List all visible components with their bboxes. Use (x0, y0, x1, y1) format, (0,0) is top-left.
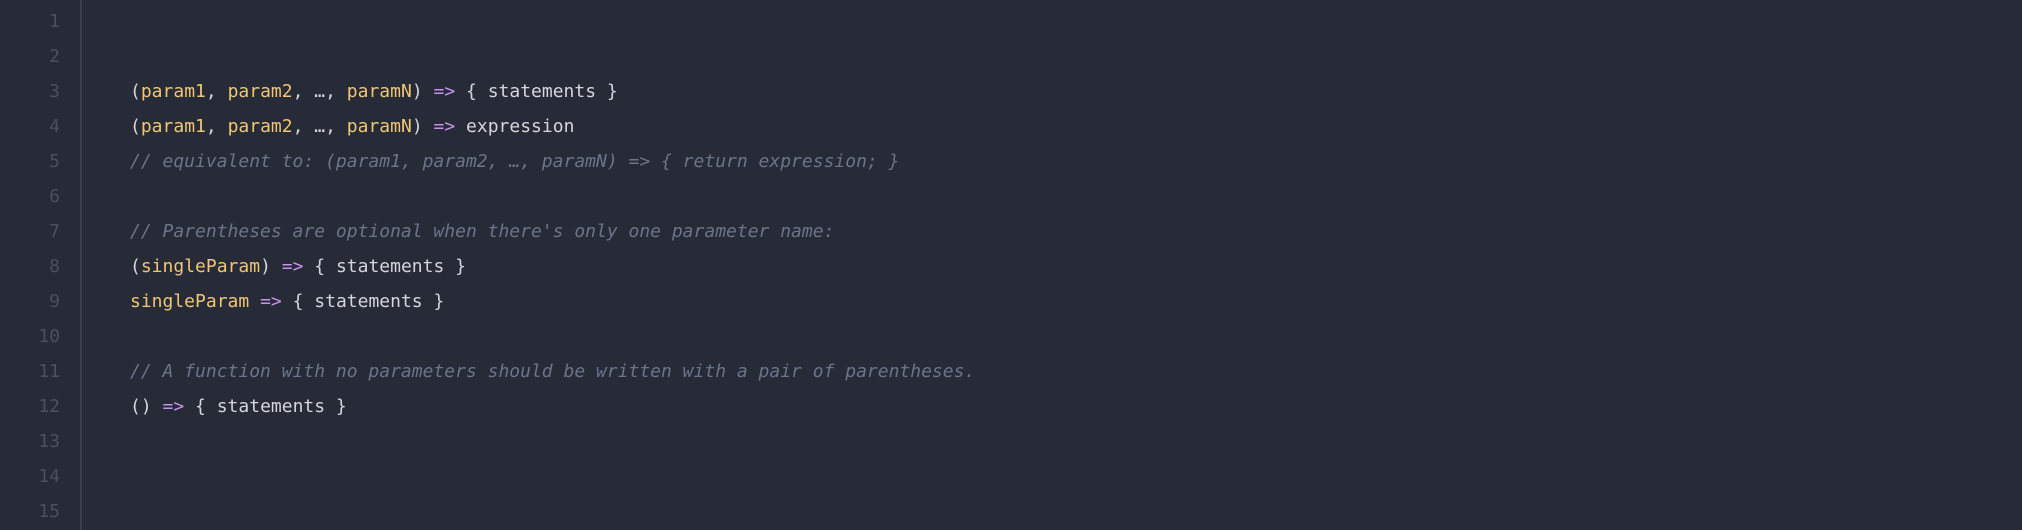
line-number: 12 (0, 389, 60, 424)
param-token: singleParam (130, 291, 249, 312)
arrow-token: => (434, 81, 456, 102)
statements-token: statements (488, 81, 596, 102)
paren-close: ) (412, 81, 434, 102)
code-line (130, 424, 2022, 459)
brace-close: } (423, 291, 445, 312)
code-line: (singleParam) => { statements } (130, 249, 2022, 284)
code-editor[interactable]: 1 2 3 4 5 6 7 8 9 10 11 12 13 14 15 (par… (0, 0, 2022, 530)
code-line: () => { statements } (130, 389, 2022, 424)
code-line: // equivalent to: (param1, param2, …, pa… (130, 144, 2022, 179)
param-token: paramN (347, 116, 412, 137)
line-number: 13 (0, 424, 60, 459)
code-line (130, 319, 2022, 354)
statements-token: statements (336, 256, 444, 277)
line-number: 14 (0, 459, 60, 494)
code-line (130, 179, 2022, 214)
param-token: paramN (347, 81, 412, 102)
comment-token: // equivalent to: (param1, param2, …, pa… (130, 151, 899, 172)
paren-open: ( (130, 116, 141, 137)
param-token: singleParam (141, 256, 260, 277)
comma: , (206, 81, 228, 102)
param-token: param1 (141, 116, 206, 137)
line-number: 9 (0, 284, 60, 319)
code-line (130, 494, 2022, 529)
arrow-token: => (260, 291, 282, 312)
line-number: 10 (0, 319, 60, 354)
comma: , (206, 116, 228, 137)
param-token: param2 (228, 116, 293, 137)
statements-token: statements (314, 291, 422, 312)
brace-open: { (455, 81, 488, 102)
line-number: 3 (0, 74, 60, 109)
comment-token: // A function with no parameters should … (130, 361, 975, 382)
brace-open: { (282, 291, 315, 312)
code-line (130, 39, 2022, 74)
brace-close: } (325, 396, 347, 417)
space (455, 116, 466, 137)
code-line (130, 459, 2022, 494)
line-gutter: 1 2 3 4 5 6 7 8 9 10 11 12 13 14 15 (0, 0, 80, 530)
paren-close: ) (260, 256, 282, 277)
param-token: param1 (141, 81, 206, 102)
arrow-token: => (282, 256, 304, 277)
expression-token: expression (466, 116, 574, 137)
brace-close: } (444, 256, 466, 277)
line-number: 6 (0, 179, 60, 214)
line-number: 4 (0, 109, 60, 144)
code-line: singleParam => { statements } (130, 284, 2022, 319)
code-content[interactable]: (param1, param2, …, paramN) => { stateme… (82, 0, 2022, 530)
line-number: 5 (0, 144, 60, 179)
arrow-token: => (434, 116, 456, 137)
line-number: 11 (0, 354, 60, 389)
code-line (130, 4, 2022, 39)
brace-open: { (303, 256, 336, 277)
paren-open: ( (130, 256, 141, 277)
code-line: (param1, param2, …, paramN) => { stateme… (130, 74, 2022, 109)
paren-close: ) (412, 116, 434, 137)
statements-token: statements (217, 396, 325, 417)
space (249, 291, 260, 312)
code-line: // A function with no parameters should … (130, 354, 2022, 389)
brace-close: } (596, 81, 618, 102)
param-token: param2 (228, 81, 293, 102)
line-number: 15 (0, 494, 60, 529)
code-line: // Parentheses are optional when there's… (130, 214, 2022, 249)
line-number: 8 (0, 249, 60, 284)
arrow-token: => (163, 396, 185, 417)
line-number: 1 (0, 4, 60, 39)
comment-token: // Parentheses are optional when there's… (130, 221, 834, 242)
paren-open: ( (130, 81, 141, 102)
comma: , …, (293, 81, 347, 102)
line-number: 2 (0, 39, 60, 74)
brace-open: { (184, 396, 217, 417)
code-line: (param1, param2, …, paramN) => expressio… (130, 109, 2022, 144)
comma: , …, (293, 116, 347, 137)
paren-empty: () (130, 396, 163, 417)
line-number: 7 (0, 214, 60, 249)
